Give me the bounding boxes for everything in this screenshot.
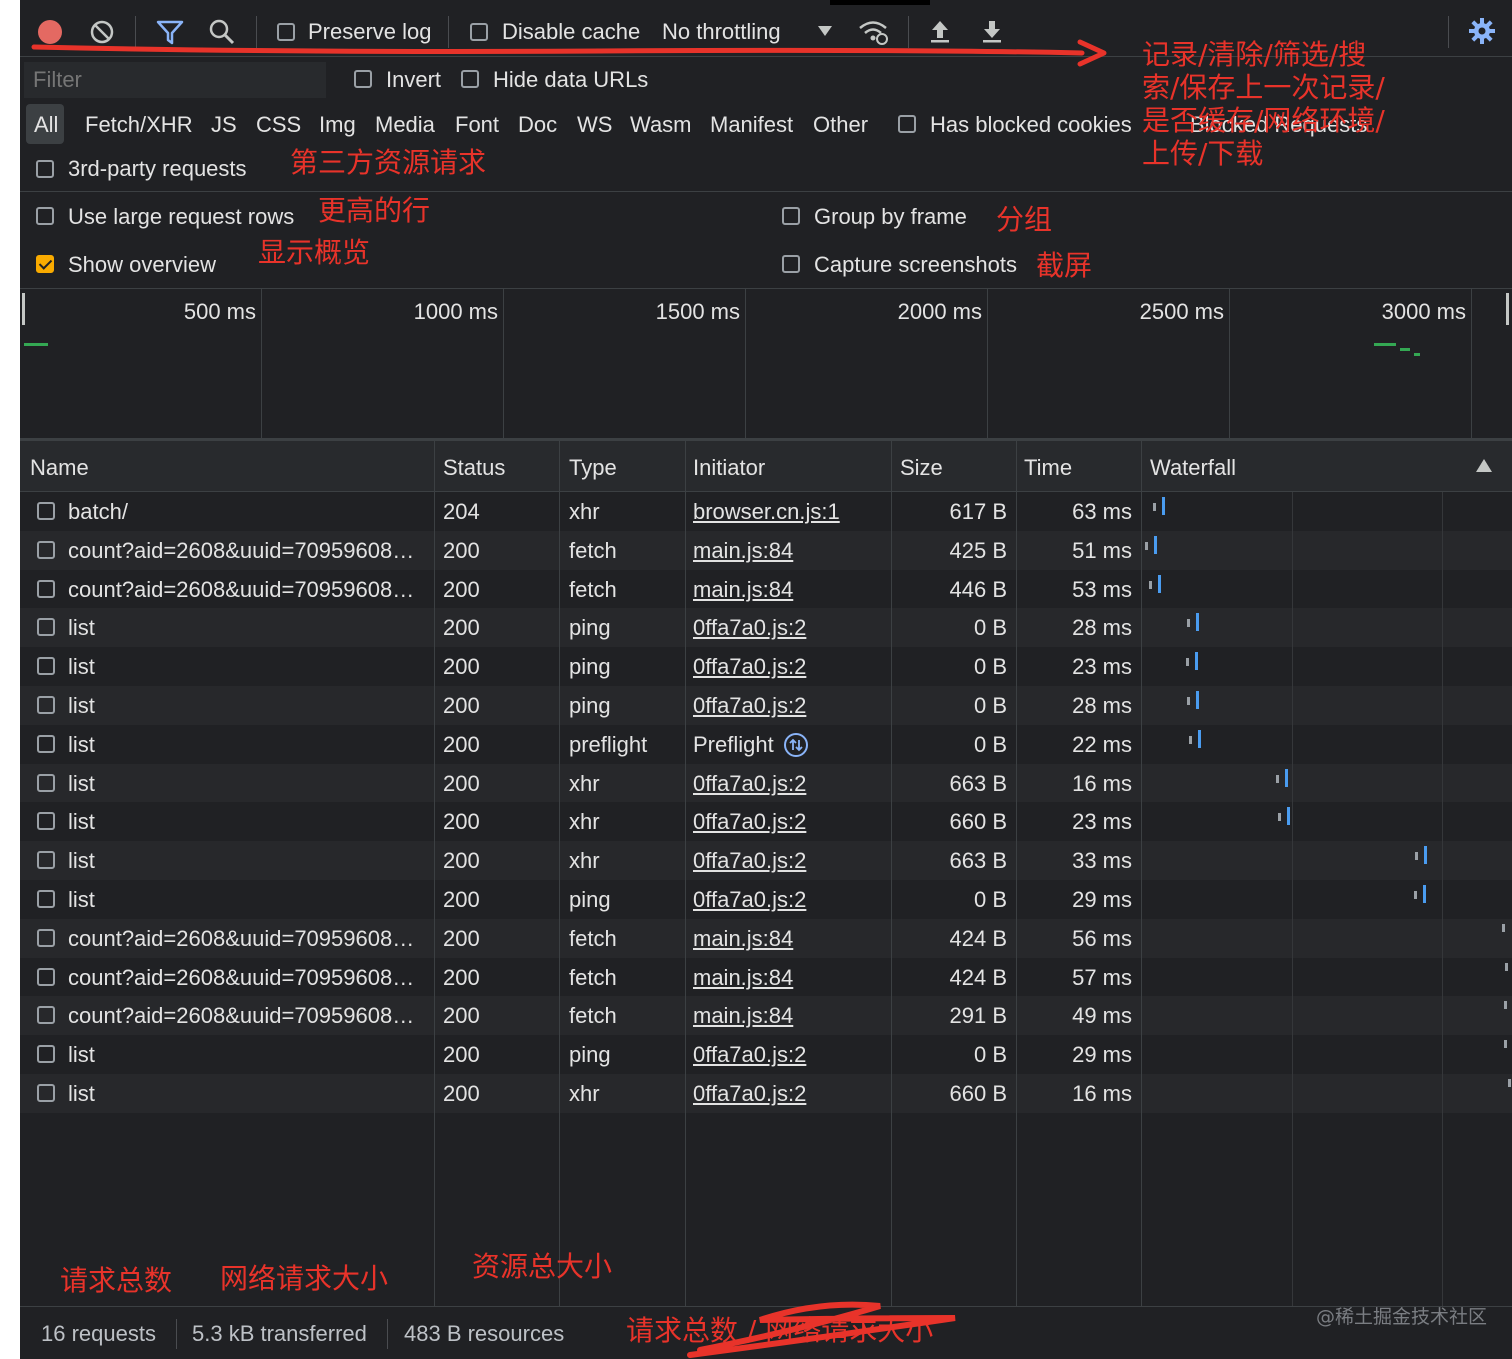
annotation-network-size: 网络请求大小 bbox=[220, 1262, 389, 1295]
annotation-toolbar-4: 上传/下载 bbox=[1142, 137, 1264, 170]
annotation-third-party: 第三方资源请求 bbox=[290, 146, 487, 179]
annotation-toolbar-2: 索/保存上一次记录/ bbox=[1142, 71, 1385, 104]
annotation-show-overview: 显示概览 bbox=[258, 236, 371, 269]
annotation-group: 分组 bbox=[996, 203, 1053, 236]
annotation-arrow bbox=[31, 39, 1107, 67]
annotation-screenshot: 截屏 bbox=[1036, 249, 1093, 282]
annotation-struck-text: 请求总数 / 网络请求大小 bbox=[626, 1314, 934, 1347]
annotation-large-rows: 更高的行 bbox=[318, 194, 431, 227]
annotation-total-requests: 请求总数 bbox=[60, 1264, 173, 1297]
annotation-resource-size: 资源总大小 bbox=[472, 1250, 613, 1283]
annotation-toolbar-3: 是否缓存/网络环境/ bbox=[1142, 104, 1385, 137]
annotation-toolbar-1: 记录/清除/筛选/搜 bbox=[1142, 38, 1367, 71]
